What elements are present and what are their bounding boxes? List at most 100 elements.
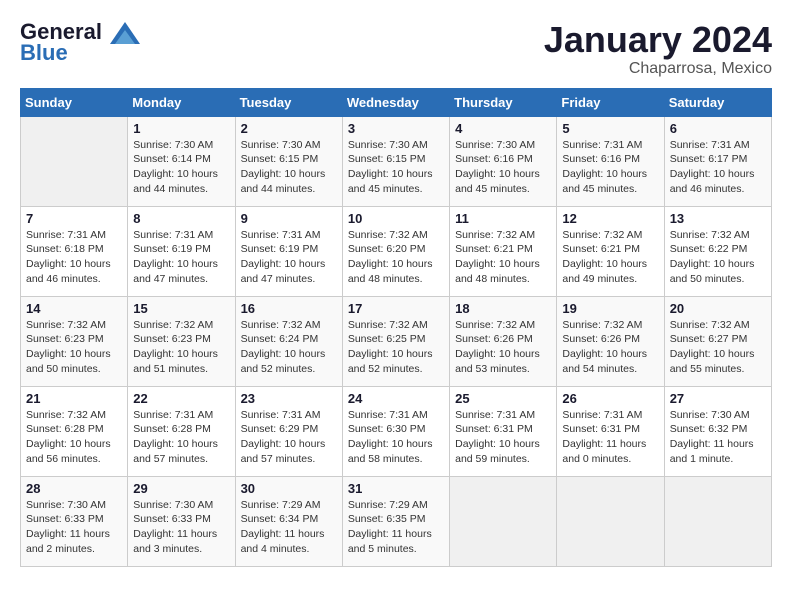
day-number: 24 (348, 391, 444, 406)
calendar-day-cell (664, 476, 771, 566)
day-number: 29 (133, 481, 229, 496)
day-info: Sunrise: 7:31 AMSunset: 6:19 PMDaylight:… (241, 228, 337, 287)
day-number: 2 (241, 121, 337, 136)
calendar-day-cell: 31 Sunrise: 7:29 AMSunset: 6:35 PMDayligh… (342, 476, 449, 566)
calendar-day-cell: 9 Sunrise: 7:31 AMSunset: 6:19 PMDaylight… (235, 206, 342, 296)
calendar-day-cell (450, 476, 557, 566)
day-info: Sunrise: 7:30 AMSunset: 6:15 PMDaylight:… (348, 138, 444, 197)
calendar-day-cell: 22 Sunrise: 7:31 AMSunset: 6:28 PMDayligh… (128, 386, 235, 476)
day-info: Sunrise: 7:31 AMSunset: 6:17 PMDaylight:… (670, 138, 766, 197)
day-info: Sunrise: 7:30 AMSunset: 6:33 PMDaylight:… (133, 498, 229, 557)
calendar-day-cell: 7 Sunrise: 7:31 AMSunset: 6:18 PMDaylight… (21, 206, 128, 296)
calendar-day-cell: 21 Sunrise: 7:32 AMSunset: 6:28 PMDayligh… (21, 386, 128, 476)
day-info: Sunrise: 7:30 AMSunset: 6:16 PMDaylight:… (455, 138, 551, 197)
day-info: Sunrise: 7:31 AMSunset: 6:29 PMDaylight:… (241, 408, 337, 467)
day-info: Sunrise: 7:31 AMSunset: 6:31 PMDaylight:… (562, 408, 658, 467)
calendar-day-cell: 10 Sunrise: 7:32 AMSunset: 6:20 PMDayligh… (342, 206, 449, 296)
day-number: 20 (670, 301, 766, 316)
calendar-day-cell: 14 Sunrise: 7:32 AMSunset: 6:23 PMDayligh… (21, 296, 128, 386)
day-number: 31 (348, 481, 444, 496)
day-info: Sunrise: 7:32 AMSunset: 6:27 PMDaylight:… (670, 318, 766, 377)
calendar-day-cell: 15 Sunrise: 7:32 AMSunset: 6:23 PMDayligh… (128, 296, 235, 386)
day-number: 26 (562, 391, 658, 406)
day-number: 12 (562, 211, 658, 226)
day-number: 8 (133, 211, 229, 226)
day-number: 3 (348, 121, 444, 136)
day-info: Sunrise: 7:31 AMSunset: 6:18 PMDaylight:… (26, 228, 122, 287)
day-number: 17 (348, 301, 444, 316)
calendar-week-row: 21 Sunrise: 7:32 AMSunset: 6:28 PMDayligh… (21, 386, 772, 476)
calendar-body: 1Sunrise: 7:30 AMSunset: 6:14 PMDaylight… (21, 116, 772, 566)
calendar-week-row: 7 Sunrise: 7:31 AMSunset: 6:18 PMDaylight… (21, 206, 772, 296)
calendar-day-cell: 20 Sunrise: 7:32 AMSunset: 6:27 PMDayligh… (664, 296, 771, 386)
day-number: 23 (241, 391, 337, 406)
calendar-week-row: 1Sunrise: 7:30 AMSunset: 6:14 PMDaylight… (21, 116, 772, 206)
calendar-day-cell: 26 Sunrise: 7:31 AMSunset: 6:31 PMDayligh… (557, 386, 664, 476)
title-block: January 2024 Chaparrosa, Mexico (544, 20, 772, 78)
day-number: 10 (348, 211, 444, 226)
day-number: 25 (455, 391, 551, 406)
calendar-day-cell: 24 Sunrise: 7:31 AMSunset: 6:30 PMDayligh… (342, 386, 449, 476)
location-subtitle: Chaparrosa, Mexico (544, 60, 772, 78)
day-info: Sunrise: 7:32 AMSunset: 6:26 PMDaylight:… (455, 318, 551, 377)
day-info: Sunrise: 7:30 AMSunset: 6:32 PMDaylight:… (670, 408, 766, 467)
day-info: Sunrise: 7:29 AMSunset: 6:35 PMDaylight:… (348, 498, 444, 557)
day-number: 5 (562, 121, 658, 136)
day-number: 11 (455, 211, 551, 226)
calendar-day-cell: 29 Sunrise: 7:30 AMSunset: 6:33 PMDayligh… (128, 476, 235, 566)
day-info: Sunrise: 7:31 AMSunset: 6:19 PMDaylight:… (133, 228, 229, 287)
day-number: 9 (241, 211, 337, 226)
day-number: 22 (133, 391, 229, 406)
calendar-day-cell: 25Sunrise: 7:31 AMSunset: 6:31 PMDayligh… (450, 386, 557, 476)
day-info: Sunrise: 7:29 AMSunset: 6:34 PMDaylight:… (241, 498, 337, 557)
day-number: 1 (133, 121, 229, 136)
calendar-day-cell: 11 Sunrise: 7:32 AMSunset: 6:21 PMDayligh… (450, 206, 557, 296)
calendar-day-cell: 6Sunrise: 7:31 AMSunset: 6:17 PMDaylight… (664, 116, 771, 206)
calendar-table: SundayMondayTuesdayWednesdayThursdayFrid… (20, 88, 772, 567)
calendar-day-cell: 16 Sunrise: 7:32 AMSunset: 6:24 PMDayligh… (235, 296, 342, 386)
day-number: 30 (241, 481, 337, 496)
day-of-week-header: Monday (128, 88, 235, 116)
day-of-week-header: Wednesday (342, 88, 449, 116)
day-number: 4 (455, 121, 551, 136)
day-number: 14 (26, 301, 122, 316)
day-of-week-header: Sunday (21, 88, 128, 116)
day-info: Sunrise: 7:32 AMSunset: 6:26 PMDaylight:… (562, 318, 658, 377)
day-info: Sunrise: 7:31 AMSunset: 6:28 PMDaylight:… (133, 408, 229, 467)
calendar-day-cell (21, 116, 128, 206)
calendar-day-cell: 13Sunrise: 7:32 AMSunset: 6:22 PMDayligh… (664, 206, 771, 296)
day-info: Sunrise: 7:32 AMSunset: 6:21 PMDaylight:… (455, 228, 551, 287)
calendar-day-cell: 3 Sunrise: 7:30 AMSunset: 6:15 PMDaylight… (342, 116, 449, 206)
calendar-day-cell: 1Sunrise: 7:30 AMSunset: 6:14 PMDaylight… (128, 116, 235, 206)
calendar-day-cell: 8 Sunrise: 7:31 AMSunset: 6:19 PMDaylight… (128, 206, 235, 296)
day-info: Sunrise: 7:32 AMSunset: 6:23 PMDaylight:… (26, 318, 122, 377)
calendar-day-cell: 5Sunrise: 7:31 AMSunset: 6:16 PMDaylight… (557, 116, 664, 206)
day-info: Sunrise: 7:32 AMSunset: 6:23 PMDaylight:… (133, 318, 229, 377)
calendar-header-row: SundayMondayTuesdayWednesdayThursdayFrid… (21, 88, 772, 116)
calendar-day-cell: 27Sunrise: 7:30 AMSunset: 6:32 PMDayligh… (664, 386, 771, 476)
day-number: 15 (133, 301, 229, 316)
page-header: General Blue January 2024 Chaparrosa, Me… (20, 20, 772, 78)
calendar-day-cell: 12Sunrise: 7:32 AMSunset: 6:21 PMDayligh… (557, 206, 664, 296)
calendar-day-cell (557, 476, 664, 566)
day-of-week-header: Thursday (450, 88, 557, 116)
day-number: 21 (26, 391, 122, 406)
day-number: 18 (455, 301, 551, 316)
calendar-day-cell: 17Sunrise: 7:32 AMSunset: 6:25 PMDayligh… (342, 296, 449, 386)
calendar-day-cell: 4 Sunrise: 7:30 AMSunset: 6:16 PMDaylight… (450, 116, 557, 206)
day-info: Sunrise: 7:32 AMSunset: 6:28 PMDaylight:… (26, 408, 122, 467)
calendar-day-cell: 23 Sunrise: 7:31 AMSunset: 6:29 PMDayligh… (235, 386, 342, 476)
day-number: 16 (241, 301, 337, 316)
day-info: Sunrise: 7:32 AMSunset: 6:20 PMDaylight:… (348, 228, 444, 287)
day-info: Sunrise: 7:32 AMSunset: 6:24 PMDaylight:… (241, 318, 337, 377)
calendar-week-row: 14 Sunrise: 7:32 AMSunset: 6:23 PMDayligh… (21, 296, 772, 386)
day-info: Sunrise: 7:30 AMSunset: 6:33 PMDaylight:… (26, 498, 122, 557)
day-of-week-header: Saturday (664, 88, 771, 116)
day-number: 7 (26, 211, 122, 226)
day-info: Sunrise: 7:31 AMSunset: 6:30 PMDaylight:… (348, 408, 444, 467)
calendar-day-cell: 28Sunrise: 7:30 AMSunset: 6:33 PMDayligh… (21, 476, 128, 566)
day-number: 13 (670, 211, 766, 226)
day-of-week-header: Tuesday (235, 88, 342, 116)
day-of-week-header: Friday (557, 88, 664, 116)
logo: General Blue (20, 20, 140, 66)
